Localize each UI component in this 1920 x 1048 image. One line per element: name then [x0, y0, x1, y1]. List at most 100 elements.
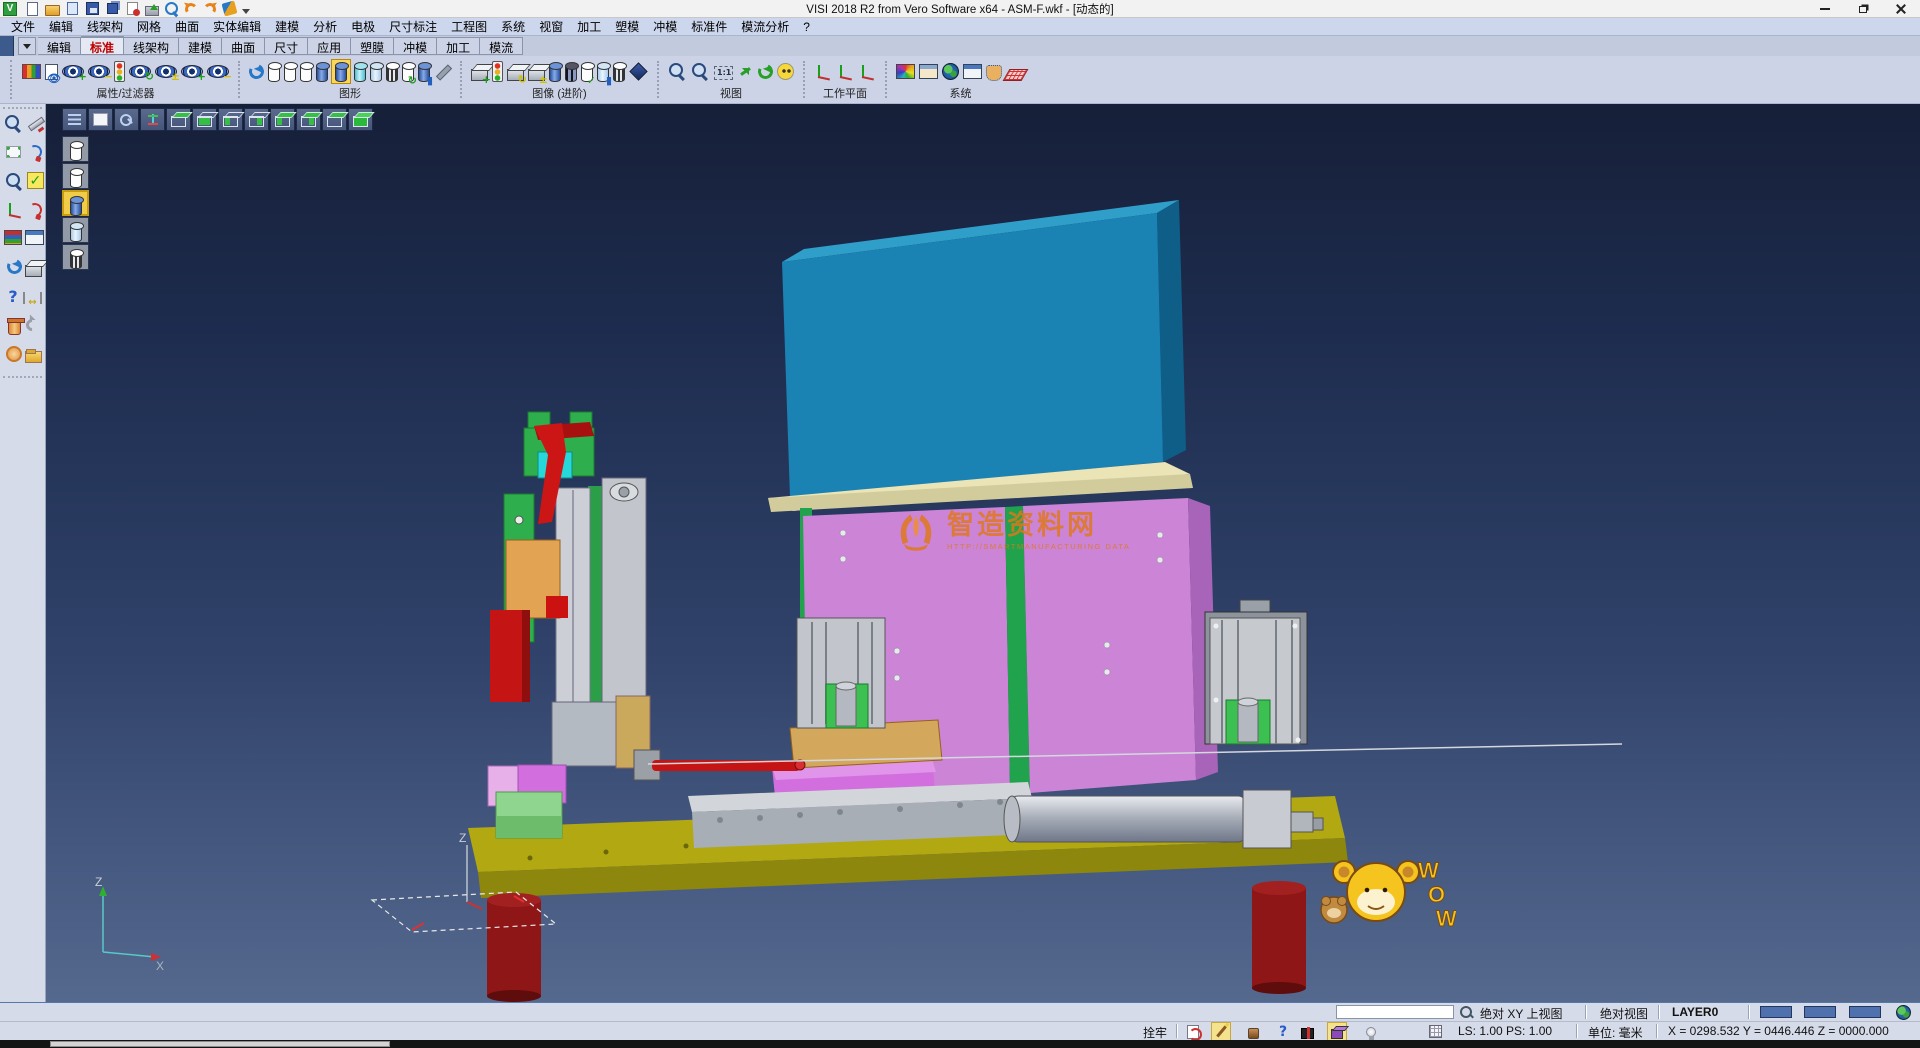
bottom-scrollbar-thumb[interactable]: [50, 1041, 390, 1047]
color-swatch-2[interactable]: [1804, 1006, 1836, 1018]
undo-gray-icon[interactable]: [24, 317, 41, 334]
menu-window[interactable]: 视窗: [532, 18, 570, 35]
cube-plusminus-icon[interactable]: [528, 69, 545, 81]
menu-wireframe[interactable]: 线架构: [80, 18, 130, 35]
cylinder-shaded-icon[interactable]: [316, 64, 328, 82]
tab-standard[interactable]: 标准: [81, 36, 124, 55]
cube-gray-icon[interactable]: [25, 265, 42, 277]
highlight-wand-icon[interactable]: [1212, 1023, 1230, 1040]
cube-add-icon[interactable]: [471, 69, 488, 81]
tab-dropdown-button[interactable]: [18, 37, 36, 55]
cylinder-wireframe-2-icon[interactable]: [284, 64, 296, 82]
zoom-plusminus-cube-icon[interactable]: [5, 172, 24, 191]
workplane-set-axis-icon[interactable]: [836, 63, 854, 81]
menu-surface[interactable]: 曲面: [168, 18, 206, 35]
delete-trash-icon[interactable]: [8, 320, 21, 335]
search-magnifier-icon[interactable]: [1458, 1004, 1476, 1021]
menu-flow-analysis[interactable]: 模流分析: [734, 18, 796, 35]
status-units[interactable]: 单位: 毫米: [1588, 1024, 1643, 1041]
close-button[interactable]: [1882, 0, 1920, 18]
status-lock-label[interactable]: 拴牢: [1143, 1024, 1167, 1041]
undo-icon[interactable]: [184, 2, 198, 16]
menu-drawing[interactable]: 工程图: [444, 18, 494, 35]
graphics-settings-wrench-icon[interactable]: [434, 63, 451, 80]
open-file-icon[interactable]: [45, 5, 60, 16]
select-rectangle-icon[interactable]: [6, 146, 21, 158]
cylinder-striped-icon[interactable]: [549, 64, 561, 82]
menu-analysis[interactable]: 分析: [306, 18, 344, 35]
tab-modeling[interactable]: 建模: [179, 37, 222, 55]
window-tools-icon[interactable]: [963, 64, 982, 79]
toolbar-grip[interactable]: [10, 60, 12, 99]
zoom-window-icon[interactable]: [691, 62, 710, 81]
wcs-axis-icon[interactable]: [5, 201, 23, 219]
grid-plane-icon[interactable]: [1003, 69, 1029, 81]
cylinder-paste-icon[interactable]: [418, 64, 430, 82]
cylinder-wireframe-3-icon[interactable]: [300, 64, 312, 82]
purple-cube-selected-icon[interactable]: [1328, 1023, 1346, 1040]
measure-distance-icon[interactable]: [23, 292, 42, 304]
help-question-status-icon[interactable]: [1274, 1023, 1292, 1040]
print-export-icon[interactable]: [145, 6, 159, 16]
cylinder-recycle-icon[interactable]: [402, 64, 414, 82]
clipboard-sync-icon[interactable]: [1184, 1023, 1202, 1040]
restore-button[interactable]: [1844, 0, 1882, 18]
redo-icon[interactable]: [203, 2, 217, 16]
help-question-icon[interactable]: [6, 288, 20, 306]
cylinder-dark-icon[interactable]: [565, 64, 577, 82]
knife-trim-icon[interactable]: [26, 114, 44, 132]
menu-help[interactable]: ?: [796, 20, 817, 34]
visi-logo-icon[interactable]: [3, 2, 17, 16]
new-file-icon[interactable]: [27, 2, 38, 16]
status-search-input[interactable]: [1336, 1005, 1454, 1019]
tab-progress[interactable]: 冲模: [394, 37, 437, 55]
zoom-plusminus-icon[interactable]: [668, 62, 687, 81]
menu-progress[interactable]: 冲模: [646, 18, 684, 35]
item-properties-eye-icon[interactable]: [45, 64, 58, 80]
menu-mesh[interactable]: 网格: [130, 18, 168, 35]
cylinder-clipboard-icon[interactable]: [597, 64, 609, 82]
workplane-align-axis-icon[interactable]: [858, 63, 876, 81]
confirm-check-icon[interactable]: [27, 172, 44, 189]
viewport-3d[interactable]: Z X Z 智造资料网 HTTP:/: [46, 104, 1920, 1002]
zoom-highlight-icon[interactable]: [4, 114, 23, 133]
curve-pencil-icon[interactable]: [26, 143, 44, 161]
menu-machining[interactable]: 加工: [570, 18, 608, 35]
menu-file[interactable]: 文件: [4, 18, 42, 35]
show-toggle-eye-icon[interactable]: [155, 65, 177, 78]
hide-all-eye-icon[interactable]: [207, 65, 229, 78]
workplane-axis-icon[interactable]: [814, 63, 832, 81]
menu-modeling[interactable]: 建模: [268, 18, 306, 35]
cylinder-wireframe-icon[interactable]: [268, 64, 280, 82]
traffic-light-icon[interactable]: [492, 61, 503, 82]
snap-grid-icon[interactable]: [1426, 1023, 1444, 1040]
tab-machining[interactable]: 加工: [437, 37, 480, 55]
menu-mould[interactable]: 塑模: [608, 18, 646, 35]
snap-hand-icon[interactable]: [986, 65, 1002, 81]
document-sync-icon[interactable]: [127, 2, 138, 15]
show-all-eye-icon[interactable]: [181, 65, 203, 78]
cylinder-hatched-icon[interactable]: [613, 64, 625, 82]
search-torch-icon[interactable]: [222, 1, 238, 17]
more-dropdown-icon[interactable]: [242, 9, 250, 18]
tab-wireframe[interactable]: 线架构: [124, 37, 179, 55]
globe-tools-icon[interactable]: [942, 63, 959, 80]
cylinder-transparent-icon[interactable]: [354, 64, 366, 82]
traffic-light-filter-icon[interactable]: [114, 61, 125, 82]
minimize-button[interactable]: [1806, 0, 1844, 18]
globe-language-icon[interactable]: [1894, 1004, 1912, 1021]
ink-bottle-icon[interactable]: [1244, 1023, 1262, 1040]
cylinder-shaded-selected[interactable]: [332, 60, 350, 83]
cylinder-check-icon[interactable]: [581, 64, 593, 82]
bulb-icon[interactable]: [1362, 1023, 1380, 1040]
menu-system[interactable]: 系统: [494, 18, 532, 35]
view-smiley-icon[interactable]: [777, 63, 794, 80]
save-all-icon[interactable]: [107, 3, 118, 14]
status-view-mode[interactable]: 绝对 XY 上视图: [1480, 1005, 1562, 1022]
color-palette-icon[interactable]: [896, 64, 915, 79]
menu-electrode[interactable]: 电极: [344, 18, 382, 35]
display-properties-icon[interactable]: [22, 64, 41, 79]
tab-mould[interactable]: 塑膜: [351, 37, 394, 55]
shaded-diamond-icon[interactable]: [629, 62, 647, 80]
refresh-visibility-eye-icon[interactable]: [129, 65, 151, 78]
